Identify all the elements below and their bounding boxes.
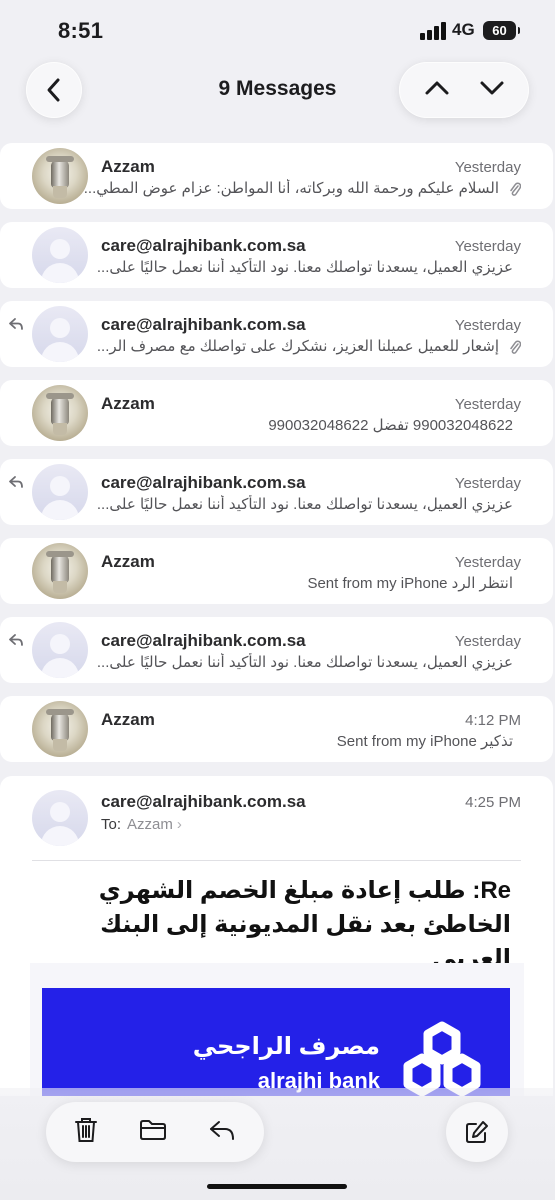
battery-icon: 60 [483, 21, 520, 40]
sender-name: care@alrajhibank.com.sa [101, 473, 306, 492]
chevron-down-icon [480, 81, 503, 94]
message-preview: عزيزي العميل، يسعدنا تواصلك معنا. نود ال… [96, 654, 513, 671]
bank-logo-icon [403, 1021, 481, 1096]
replied-icon [9, 318, 23, 330]
previous-message-button[interactable] [424, 80, 450, 101]
message-preview: عزيزي العميل، يسعدنا تواصلك معنا. نود ال… [96, 259, 513, 276]
bank-banner: مصرف الراجحي alrajhi bank [42, 988, 510, 1096]
recipient-line[interactable]: To: Azzam › [101, 816, 182, 833]
message-time: Yesterday [454, 633, 521, 650]
cellular-signal-icon [420, 22, 446, 40]
avatar [32, 543, 88, 599]
sender-name[interactable]: care@alrajhibank.com.sa [101, 792, 306, 812]
message-preview: السلام عليكم ورحمة الله وبركاته، أنا الم… [83, 180, 499, 197]
delete-button[interactable] [74, 1117, 98, 1148]
message-time: 4:25 PM [465, 794, 521, 811]
message-time: 4:12 PM [465, 712, 521, 729]
message-time: Yesterday [454, 475, 521, 492]
replied-icon [9, 634, 23, 646]
sender-name: Azzam [101, 710, 155, 729]
message-row[interactable]: Azzam Yesterday انتظر الرد Sent from my iP… [0, 538, 553, 604]
message-preview: إشعار للعميل عميلنا العزيز، نشكرك على تو… [96, 338, 499, 355]
expanded-message[interactable]: care@alrajhibank.com.sa 4:25 PM To: Azzam… [0, 776, 553, 1096]
avatar [32, 701, 88, 757]
move-button[interactable] [139, 1119, 167, 1146]
paperclip-icon [510, 182, 521, 196]
folder-icon [139, 1119, 166, 1140]
sender-name: Azzam [101, 157, 155, 176]
message-row[interactable]: care@alrajhibank.com.sa Yesterday إشعار لل… [0, 301, 553, 367]
sender-name: care@alrajhibank.com.sa [101, 236, 306, 255]
message-preview: عزيزي العميل، يسعدنا تواصلك معنا. نود ال… [96, 496, 513, 513]
status-time: 8:51 [58, 18, 104, 43]
bottom-toolbar [46, 1102, 264, 1162]
avatar [32, 148, 88, 204]
message-row[interactable]: care@alrajhibank.com.sa Yesterday عزيزي ال… [0, 459, 553, 525]
email-body: مصرف الراجحي alrajhi bank [30, 963, 524, 1096]
message-row[interactable]: Azzam Yesterday 990032048622 تفضل 99003204… [0, 380, 553, 446]
bank-name-arabic: مصرف الراجحي [192, 1033, 380, 1060]
message-time: Yesterday [454, 238, 521, 255]
recipient-name[interactable]: Azzam [127, 816, 173, 833]
reply-button[interactable] [208, 1119, 236, 1146]
home-indicator [207, 1184, 347, 1189]
message-row[interactable]: Azzam Yesterday السلام عليكم ورحمة الله وب… [0, 143, 553, 209]
message-time: Yesterday [454, 317, 521, 334]
avatar [32, 622, 88, 678]
sender-name: Azzam [101, 394, 155, 413]
message-time: Yesterday [454, 159, 521, 176]
replied-icon [9, 476, 23, 488]
sender-name: care@alrajhibank.com.sa [101, 631, 306, 650]
message-row[interactable]: care@alrajhibank.com.sa Yesterday عزيزي ال… [0, 222, 553, 288]
message-subject: Re: طلب إعادة مبلغ الخصم الشهري الخاطئ ب… [98, 877, 511, 972]
sender-name: care@alrajhibank.com.sa [101, 315, 306, 334]
status-bar: 8:51 4G 60 [0, 0, 555, 60]
message-navigation [399, 62, 529, 118]
message-preview: تذكير Sent from my iPhone [336, 733, 513, 750]
paperclip-icon [510, 340, 521, 354]
to-label: To: [101, 816, 122, 833]
reply-icon [209, 1120, 234, 1140]
avatar [32, 306, 88, 362]
message-row[interactable]: care@alrajhibank.com.sa Yesterday عزيزي ال… [0, 617, 553, 683]
compose-icon [466, 1121, 488, 1143]
avatar [32, 464, 88, 520]
next-message-button[interactable] [479, 80, 505, 101]
divider [32, 860, 521, 861]
network-type: 4G [452, 20, 475, 39]
avatar [32, 227, 88, 283]
message-preview: 990032048622 تفضل 990032048622 [268, 417, 513, 434]
message-preview: انتظر الرد Sent from my iPhone [307, 575, 513, 592]
trash-icon [75, 1117, 98, 1142]
sender-name: Azzam [101, 552, 155, 571]
message-row[interactable]: Azzam 4:12 PM تذكير Sent from my iPhone [0, 696, 553, 762]
chevron-up-icon [425, 81, 448, 94]
message-time: Yesterday [454, 396, 521, 413]
chevron-right-icon: › [176, 816, 182, 833]
compose-button[interactable] [446, 1102, 508, 1162]
avatar [32, 385, 88, 441]
avatar [32, 790, 88, 846]
message-time: Yesterday [454, 554, 521, 571]
